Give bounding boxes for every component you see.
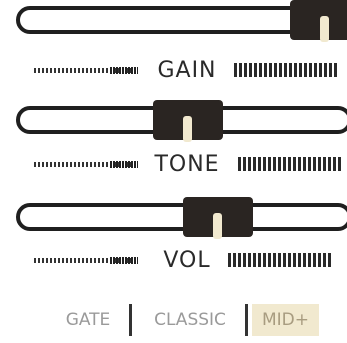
- tone-slider-thumb[interactable]: [153, 100, 223, 142]
- gain-meter-row: GAIN: [0, 58, 347, 84]
- mode-selector: GATE CLASSIC MID+: [56, 300, 326, 340]
- gain-slider-thumb[interactable]: [290, 0, 347, 42]
- tone-slider[interactable]: [0, 100, 347, 146]
- vol-slider[interactable]: [0, 197, 347, 243]
- tone-meter-row: TONE: [0, 152, 347, 178]
- gain-slider-indicator: [320, 16, 329, 42]
- gain-level-bars: [234, 63, 338, 77]
- vol-dotted-scale: [34, 257, 138, 264]
- mode-classic-button[interactable]: CLASSIC: [140, 304, 240, 336]
- vol-meter-row: VOL: [0, 248, 347, 274]
- tone-slider-indicator: [183, 116, 192, 142]
- vol-slider-indicator: [213, 213, 222, 239]
- tone-label: TONE: [154, 152, 220, 177]
- mode-gate-button[interactable]: GATE: [56, 304, 120, 336]
- mode-mid-plus-button[interactable]: MID+: [252, 304, 319, 336]
- vol-slider-track[interactable]: [16, 203, 347, 231]
- gain-label: GAIN: [157, 58, 217, 83]
- vol-level-bars: [228, 253, 332, 267]
- vol-slider-thumb[interactable]: [183, 197, 253, 239]
- mode-separator: [245, 304, 248, 336]
- vol-label: VOL: [163, 248, 211, 273]
- gain-dotted-scale: [34, 67, 138, 74]
- tone-level-bars: [238, 157, 342, 171]
- tone-dotted-scale: [34, 161, 138, 168]
- gain-slider[interactable]: [0, 0, 347, 46]
- mode-separator: [129, 304, 132, 336]
